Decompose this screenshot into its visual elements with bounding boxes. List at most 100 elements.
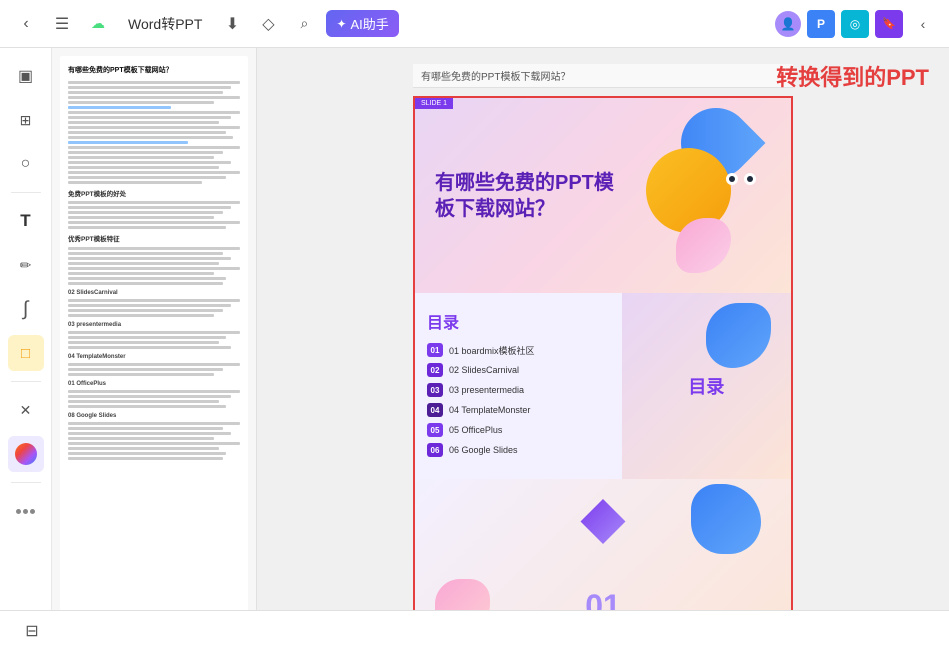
doc-line xyxy=(68,91,223,94)
doc-line xyxy=(68,314,214,317)
avatar-button[interactable]: 👤 xyxy=(775,11,801,37)
doc-line xyxy=(68,400,219,403)
doc-line xyxy=(68,395,231,398)
doc-line xyxy=(68,176,226,179)
purple-gem-shape xyxy=(581,499,626,544)
slide-3-content[interactable]: 01 01 boardmix模板社区 xyxy=(415,479,791,610)
doc-line xyxy=(68,86,231,89)
toolbar-title: Word转PPT xyxy=(128,14,202,34)
doc-section: 优秀PPT模板特征 xyxy=(68,235,240,245)
doc-line xyxy=(68,272,214,275)
cloud-button[interactable]: ☁ xyxy=(84,10,112,38)
doc-line xyxy=(68,136,233,139)
doc-line xyxy=(68,166,219,169)
p-icon-button[interactable]: P xyxy=(807,10,835,38)
sidebar-sep-1 xyxy=(11,192,41,193)
ppt-preview-area: 转换得到的PPT 有哪些免费的PPT模板下载网站？ SLIDE 1 有哪些免费的… xyxy=(257,48,949,610)
pink-blob-shape xyxy=(676,218,731,273)
note-tool[interactable]: □ xyxy=(8,335,44,371)
doc-line xyxy=(68,96,240,99)
download-button[interactable]: ⬇ xyxy=(218,10,246,38)
doc-line xyxy=(68,257,231,260)
color-circle-icon xyxy=(15,443,37,465)
doc-line xyxy=(68,146,240,149)
doc-line xyxy=(68,457,223,460)
toc-section-title: 目录 xyxy=(427,309,610,333)
doc-line xyxy=(68,309,223,312)
doc-line xyxy=(68,247,240,250)
forward-button[interactable]: ‹ xyxy=(909,10,937,38)
doc-line xyxy=(68,447,219,450)
toc-item-3: 03 03 presentermedia xyxy=(427,383,610,397)
doc-line xyxy=(68,206,231,209)
doc-line xyxy=(68,373,214,376)
ppt-slides-container[interactable]: SLIDE 1 有哪些免费的PPT模板下载网站？ 目录 01 01 boardm xyxy=(413,96,793,610)
more-tools[interactable] xyxy=(8,493,44,529)
main-area: ▣ ⊞ ○ T ✏ ∫ □ ✕ 有哪些免费的PPT模板下载网站？ xyxy=(0,48,949,610)
slide-1-title-text: 有哪些免费的PPT模板下载网站？ xyxy=(435,170,620,222)
doc-line xyxy=(68,368,223,371)
doc-line xyxy=(68,437,214,440)
doc-line xyxy=(68,151,223,154)
text-tool[interactable]: T xyxy=(8,203,44,239)
toc-right-label: 目录 xyxy=(688,373,724,399)
doc-line xyxy=(68,171,240,174)
color-tool[interactable] xyxy=(8,436,44,472)
doc-line xyxy=(68,161,231,164)
doc-line xyxy=(68,267,240,270)
blue-blob-toc-shape xyxy=(706,303,771,368)
c-icon-button[interactable]: ◎ xyxy=(841,10,869,38)
toc-item-2: 02 02 SlidesCarnival xyxy=(427,363,610,377)
ai-assistant-button[interactable]: ✦ AI助手 xyxy=(326,10,398,37)
toolbar-right-icons: 👤 P ◎ 🔖 ‹ xyxy=(775,10,937,38)
doc-line xyxy=(68,131,226,134)
ppt-title-bar: 有哪些免费的PPT模板下载网站？ xyxy=(413,64,793,88)
left-sidebar: ▣ ⊞ ○ T ✏ ∫ □ ✕ xyxy=(0,48,52,610)
circle-tool[interactable]: ○ xyxy=(8,146,44,182)
doc-line xyxy=(68,346,231,349)
menu-button[interactable]: ☰ xyxy=(48,10,76,38)
document-content: 有哪些免费的PPT模板下载网站？ 免费PPT模板的好处 xyxy=(60,56,248,610)
search-button[interactable]: ⌕ xyxy=(290,10,318,38)
doc-line xyxy=(68,452,226,455)
tag-button[interactable]: ◇ xyxy=(254,10,282,38)
ppt-area-label: 转换得到的PPT xyxy=(776,60,929,92)
doc-link-line xyxy=(68,106,171,109)
doc-line xyxy=(68,121,219,124)
back-button[interactable]: ‹ xyxy=(12,10,40,38)
bottom-bar: ⊟ xyxy=(0,610,949,650)
bottom-tool-icon[interactable]: ⊟ xyxy=(16,615,48,647)
toc-item-6: 06 06 Google Slides xyxy=(427,443,610,457)
doc-line xyxy=(68,252,223,255)
blue-blob-3-shape xyxy=(691,484,761,554)
document-preview: 有哪些免费的PPT模板下载网站？ 免费PPT模板的好处 xyxy=(52,48,257,610)
pen-tool[interactable]: ✏ xyxy=(8,247,44,283)
doc-line xyxy=(68,363,240,366)
slide-2-toc[interactable]: 目录 01 01 boardmix模板社区 02 02 SlidesCarniv… xyxy=(415,293,791,479)
doc-line xyxy=(68,304,231,307)
slide-1-title[interactable]: SLIDE 1 有哪些免费的PPT模板下载网站？ xyxy=(415,98,791,293)
curve-tool[interactable]: ∫ xyxy=(8,291,44,327)
toc-item-5: 05 05 OfficePlus xyxy=(427,423,610,437)
shape-tool[interactable]: ▣ xyxy=(8,58,44,94)
doc-line xyxy=(68,282,223,285)
connector-tool[interactable]: ✕ xyxy=(8,392,44,428)
doc-line xyxy=(68,341,219,344)
doc-section-numbered: 01 OfficePlus xyxy=(68,380,240,389)
doc-line xyxy=(68,181,202,184)
eyes-shape xyxy=(726,173,756,185)
doc-line xyxy=(68,277,226,280)
doc-line xyxy=(68,226,226,229)
toc-left-panel: 目录 01 01 boardmix模板社区 02 02 SlidesCarniv… xyxy=(415,293,622,479)
doc-line xyxy=(68,427,223,430)
toolbar: ‹ ☰ ☁ Word转PPT ⬇ ◇ ⌕ ✦ AI助手 👤 P ◎ 🔖 ‹ xyxy=(0,0,949,48)
bookmark-button[interactable]: 🔖 xyxy=(875,10,903,38)
slide-tab-label: SLIDE 1 xyxy=(415,98,453,109)
toc-item-1: 01 01 boardmix模板社区 xyxy=(427,343,610,357)
doc-line xyxy=(68,116,231,119)
toc-item-4: 04 04 TemplateMonster xyxy=(427,403,610,417)
sidebar-sep-3 xyxy=(11,482,41,483)
layout-tool[interactable]: ⊞ xyxy=(8,102,44,138)
doc-line xyxy=(68,216,214,219)
doc-section-numbered: 02 SlidesCarnival xyxy=(68,289,240,298)
